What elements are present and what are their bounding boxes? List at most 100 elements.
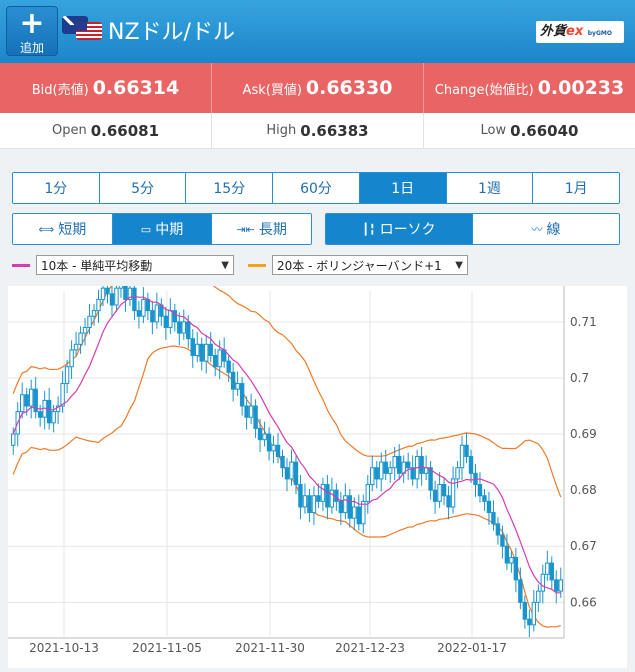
expand-icon: ⟺ — [38, 222, 55, 236]
frame-icon: ▭ — [140, 222, 152, 236]
tab-5min[interactable]: 5分 — [99, 173, 187, 203]
logo-sub: byGMO — [587, 30, 612, 37]
candle-down — [46, 399, 52, 424]
candle-up — [60, 383, 65, 407]
candle-up — [51, 411, 56, 424]
y-tick-label: 0.69 — [570, 427, 597, 441]
y-tick-label: 0.71 — [570, 315, 597, 329]
ask-label: Ask(買値) — [242, 82, 302, 98]
price-chart[interactable]: 0.71 0.7 0.69 0.68 0.67 0.66 2021-10-13 2021-11… — [8, 260, 627, 668]
candle-down — [284, 467, 290, 480]
candle-up — [437, 484, 442, 502]
candle-down — [468, 455, 474, 474]
candle-up — [262, 433, 267, 441]
candle-down — [334, 489, 339, 502]
high-value: 0.66383 — [300, 121, 369, 140]
candle-up — [343, 495, 348, 514]
line-chart-icon: 〰 — [531, 223, 543, 236]
bb-indicator: 20本 - ボリンジャーバンド+1 ▼ — [248, 254, 468, 276]
tab-1week[interactable]: 1週 — [446, 173, 534, 203]
candle-style-button[interactable]: ┃╏ ローソク — [326, 214, 473, 244]
candle-down — [374, 467, 379, 480]
tab-15min[interactable]: 15分 — [186, 173, 274, 203]
candle-up — [118, 282, 124, 289]
candle-down — [177, 321, 182, 334]
add-button[interactable]: + 追加 — [6, 6, 58, 56]
high-label: High — [266, 123, 297, 138]
tab-1month[interactable]: 1月 — [533, 173, 619, 203]
candle-up — [370, 467, 375, 486]
candle-down — [298, 484, 303, 508]
range-short-label: 短期 — [58, 222, 87, 238]
candle-down — [491, 512, 496, 525]
candle-up — [531, 601, 537, 626]
candle-down — [212, 355, 218, 368]
range-mid-button[interactable]: ▭ 中期 — [112, 214, 213, 244]
candle-up — [91, 310, 97, 317]
timeframe-tabs: 1分 5分 15分 60分 1日 1週 1月 — [12, 172, 620, 204]
candle-down — [405, 461, 411, 469]
candle-down — [554, 579, 559, 592]
low-value: 0.66040 — [510, 121, 579, 140]
candle-up — [235, 383, 240, 390]
candle-up — [168, 310, 173, 328]
candle-up — [509, 556, 514, 564]
chevron-down-icon: ▼ — [221, 259, 229, 271]
open-cell: Open 0.66081 — [0, 113, 212, 148]
range-mid-label: 中期 — [155, 222, 184, 238]
candle-down — [338, 500, 344, 514]
candle-down — [307, 495, 312, 514]
x-tick-label: 2021-10-13 — [29, 641, 99, 655]
line-style-button[interactable]: 〰線 — [473, 214, 619, 244]
logo-main: 外貨ex — [540, 24, 584, 39]
candle-up — [388, 467, 393, 474]
candle-down — [441, 484, 447, 497]
candle-down — [163, 315, 169, 328]
candle-down — [549, 562, 554, 581]
moving-average-line — [12, 295, 561, 594]
change-cell: Change(始値比) 0.00233 — [424, 63, 635, 113]
candle-up — [392, 455, 397, 469]
ma-select[interactable]: 10本 - 単純平均移動 ▼ — [36, 255, 234, 275]
candle-down — [513, 556, 519, 581]
candle-up — [141, 298, 146, 317]
candle-down — [477, 484, 483, 497]
open-label: Open — [51, 123, 87, 138]
candle-up — [114, 287, 119, 306]
tab-1day[interactable]: 1日 — [359, 173, 447, 203]
candle-down — [136, 310, 142, 317]
candle-down — [239, 383, 245, 407]
ma-indicator: 10本 - 単純平均移動 ▼ — [12, 254, 234, 276]
candle-down — [275, 444, 281, 457]
range-short-button[interactable]: ⟺ 短期 — [13, 214, 113, 244]
candle-up — [320, 484, 326, 502]
candle-up — [100, 287, 106, 300]
candle-up — [87, 315, 92, 328]
x-tick-label: 2021-11-30 — [235, 641, 305, 655]
tab-1min[interactable]: 1分 — [13, 173, 100, 203]
candle-down — [230, 371, 236, 390]
stats-bar: Open 0.66081 High 0.66383 Low 0.66040 — [0, 113, 635, 149]
range-long-button[interactable]: ⇥⇤ 長期 — [212, 214, 311, 244]
bb-select[interactable]: 20本 - ボリンジャーバンド+1 ▼ — [272, 255, 468, 275]
candle-up — [78, 332, 83, 345]
candle-up — [352, 506, 357, 519]
ma-swatch — [12, 263, 30, 267]
y-tick-label: 0.7 — [570, 371, 589, 385]
candle-down — [266, 433, 272, 452]
candle-down — [280, 455, 285, 469]
brand-logo: 外貨ex byGMO — [536, 21, 624, 43]
tab-60min[interactable]: 60分 — [273, 173, 360, 203]
high-cell: High 0.66383 — [212, 113, 424, 148]
candle-down — [293, 461, 299, 486]
quote-bar: Bid(売値) 0.66314 Ask(買値) 0.66330 Change(始… — [0, 63, 635, 113]
bid-cell: Bid(売値) 0.66314 — [0, 63, 212, 113]
candle-down — [383, 461, 388, 474]
candle-down — [244, 405, 249, 418]
candle-up — [536, 590, 541, 603]
candle-down — [396, 455, 402, 474]
candle-up — [455, 467, 460, 480]
bid-label: Bid(売値) — [31, 82, 89, 98]
bb-swatch — [248, 263, 266, 267]
x-tick-label: 2022-01-17 — [437, 641, 507, 655]
